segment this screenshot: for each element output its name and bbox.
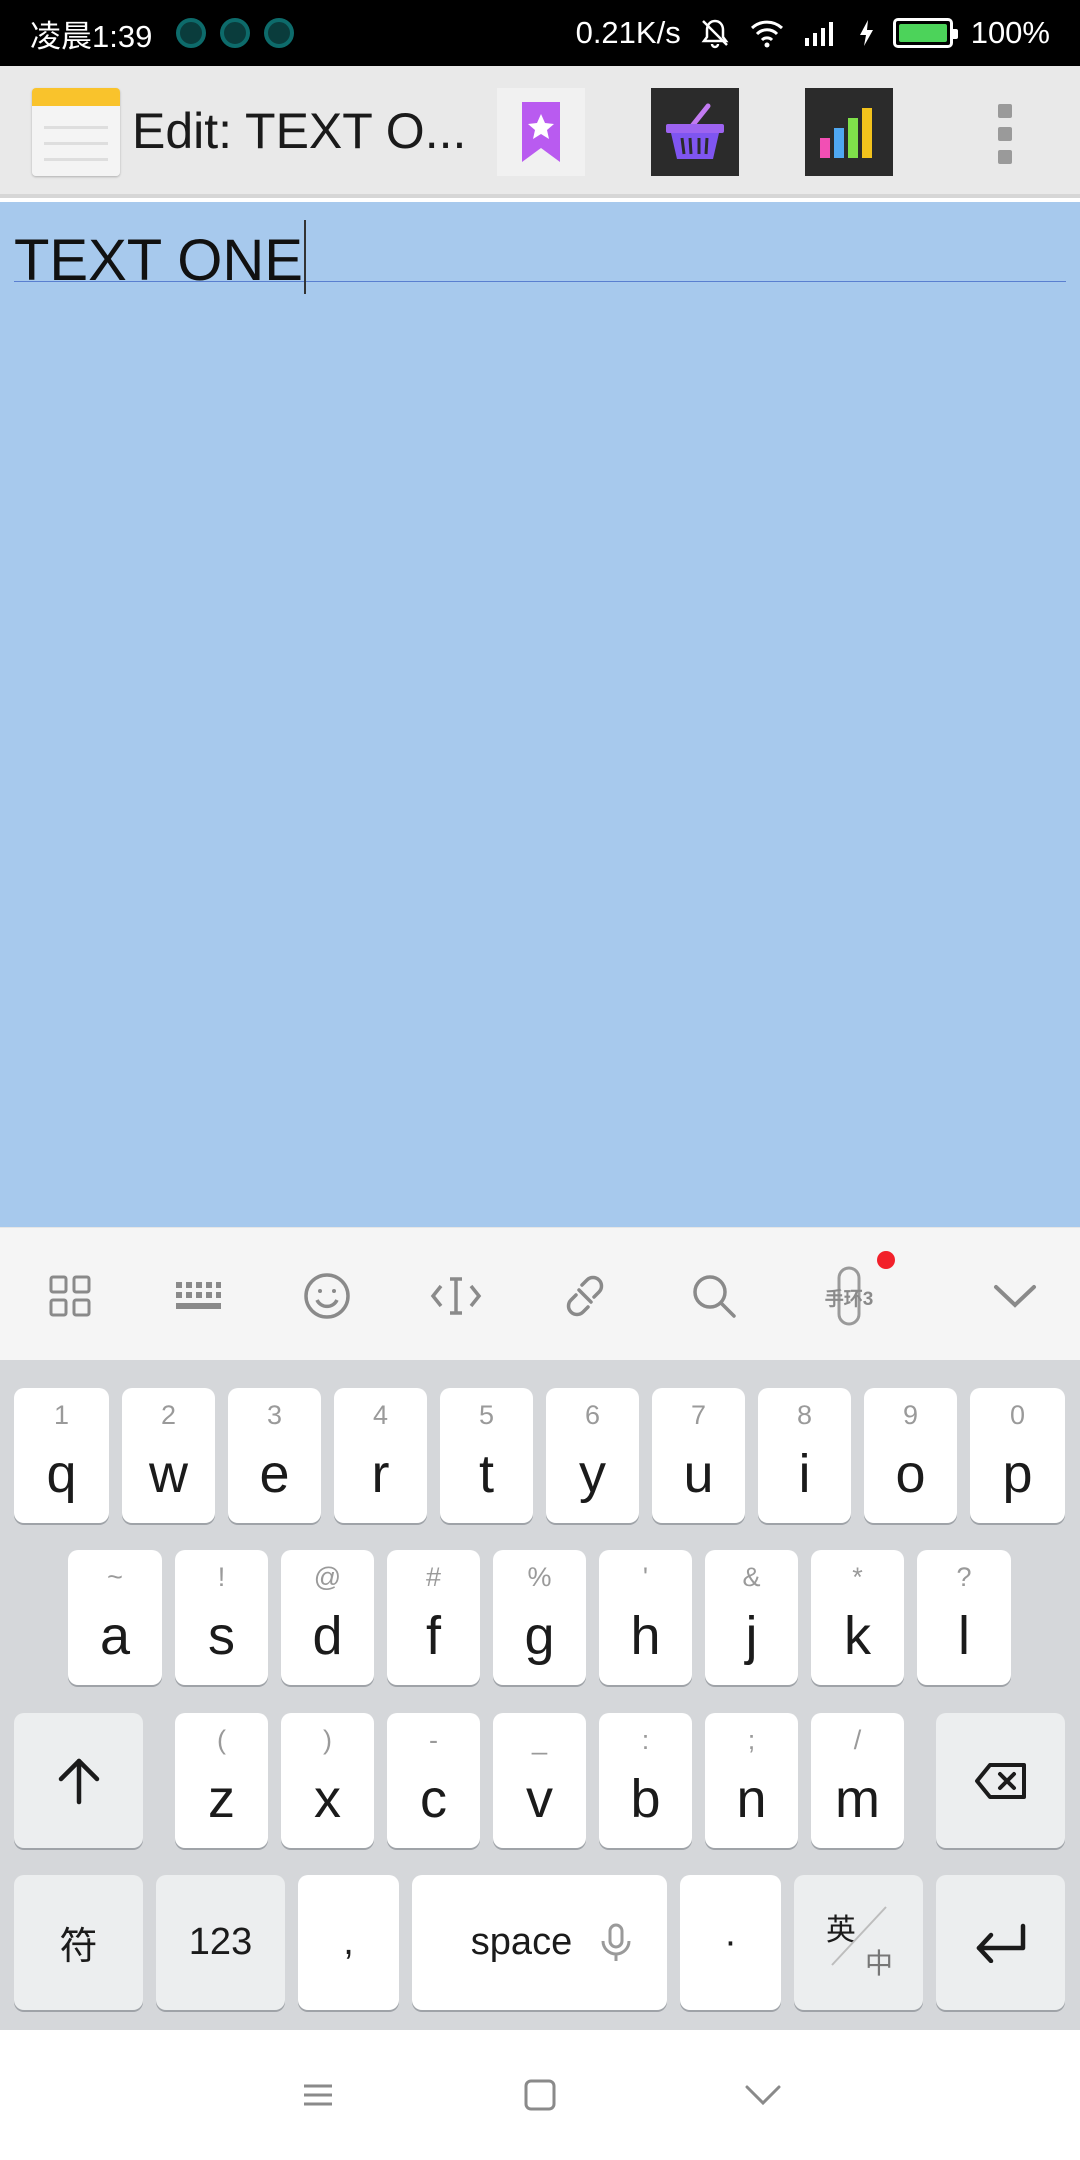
home-icon[interactable] (520, 2075, 560, 2115)
notification-icon (176, 18, 207, 48)
network-speed: 0.21K/s (575, 15, 681, 50)
emoji-icon[interactable] (295, 1264, 359, 1328)
note-text-field[interactable]: TEXT ONE (14, 220, 1066, 294)
backspace-icon (974, 1762, 1026, 1799)
period-key[interactable]: · (680, 1875, 781, 2010)
enter-key[interactable] (936, 1875, 1065, 2010)
key-e[interactable]: 3e (228, 1388, 321, 1523)
key-y[interactable]: 6y (546, 1388, 639, 1523)
key-m[interactable]: / m (811, 1713, 904, 1848)
microphone-icon (601, 1923, 631, 1961)
bracelet-icon[interactable]: 手环3 (817, 1264, 881, 1328)
wifi-icon (750, 20, 783, 48)
soft-keyboard: 1q 2w 3e 4r 5t 6y 7u 8i 9o 0p ~ a ! s @ d #… (0, 1360, 1080, 2030)
key-f[interactable]: # f (387, 1550, 480, 1685)
key-u[interactable]: 7u (652, 1388, 745, 1523)
apps-grid-icon[interactable] (38, 1264, 102, 1328)
backspace-key[interactable] (936, 1713, 1065, 1848)
key-i[interactable]: 8i (758, 1388, 851, 1523)
notification-dot (877, 1251, 895, 1269)
key-q[interactable]: 1q (14, 1388, 109, 1523)
back-icon[interactable] (743, 2075, 783, 2115)
mute-bell-icon (701, 19, 729, 49)
key-s[interactable]: ! s (175, 1550, 268, 1685)
notification-icon (220, 18, 251, 48)
comma-key[interactable]: , (298, 1875, 399, 2010)
key-x[interactable]: ) x (281, 1713, 374, 1848)
key-l[interactable]: ? l (917, 1550, 1011, 1685)
key-r[interactable]: 4r (334, 1388, 427, 1523)
text-cursor-icon[interactable] (424, 1264, 488, 1328)
key-p[interactable]: 0p (970, 1388, 1065, 1523)
status-time: 凌晨1:39 (30, 18, 153, 54)
charging-icon (859, 20, 873, 46)
key-z[interactable]: (z (175, 1713, 268, 1848)
key-v[interactable]: _ v (493, 1713, 586, 1848)
key-n[interactable]: ; n (705, 1713, 798, 1848)
key-k[interactable]: * k (811, 1550, 904, 1685)
app-toolbar: Edit: TEXT O... (0, 66, 1080, 198)
notification-icon (264, 18, 295, 48)
key-h[interactable]: ' h (599, 1550, 692, 1685)
bookmark-button[interactable] (497, 88, 585, 176)
symbols-key[interactable]: 符 (14, 1875, 143, 2010)
note-text: TEXT ONE (14, 228, 303, 293)
navigation-bar (0, 2030, 1080, 2160)
key-t[interactable]: 5t (440, 1388, 533, 1523)
basket-icon (666, 103, 724, 159)
key-o[interactable]: 9o (864, 1388, 957, 1523)
collapse-keyboard-icon[interactable] (983, 1264, 1047, 1328)
key-b[interactable]: :b (599, 1713, 692, 1848)
link-icon[interactable] (553, 1264, 617, 1328)
numbers-key[interactable]: 123 (156, 1875, 285, 2010)
text-cursor (303, 220, 306, 294)
overflow-menu-icon[interactable] (985, 102, 1025, 166)
search-icon[interactable] (682, 1264, 746, 1328)
key-d[interactable]: @ d (281, 1550, 374, 1685)
shift-arrow-icon (58, 1758, 99, 1804)
note-editor[interactable]: TEXT ONE (0, 202, 1080, 1227)
battery-percent: 100% (970, 15, 1050, 50)
menu-icon[interactable] (298, 2075, 338, 2115)
key-a[interactable]: ~ a (68, 1550, 162, 1685)
notepad-app-icon[interactable] (32, 88, 120, 176)
bar-chart-icon (820, 108, 872, 158)
status-bar: 凌晨1:39 0.21K/s 100% (0, 0, 1080, 66)
signal-icon (804, 22, 833, 46)
keyboard-icon[interactable] (166, 1264, 230, 1328)
language-switch-key[interactable]: 英 中 (794, 1875, 923, 2010)
bookmark-star-icon (522, 102, 560, 162)
keyboard-toolbar: 手环3 (0, 1227, 1080, 1360)
battery-icon (892, 18, 958, 48)
space-key[interactable]: space (412, 1875, 667, 2010)
key-g[interactable]: % g (493, 1550, 586, 1685)
bracelet-label: 手环3 (824, 1289, 874, 1310)
key-c[interactable]: -c (387, 1713, 480, 1848)
statistics-button[interactable] (805, 88, 893, 176)
page-title: Edit: TEXT O... (132, 103, 467, 159)
key-w[interactable]: 2w (122, 1388, 215, 1523)
shift-key[interactable] (14, 1713, 143, 1848)
key-j[interactable]: & j (705, 1550, 798, 1685)
enter-arrow-icon (976, 1923, 1025, 1963)
basket-button[interactable] (651, 88, 739, 176)
